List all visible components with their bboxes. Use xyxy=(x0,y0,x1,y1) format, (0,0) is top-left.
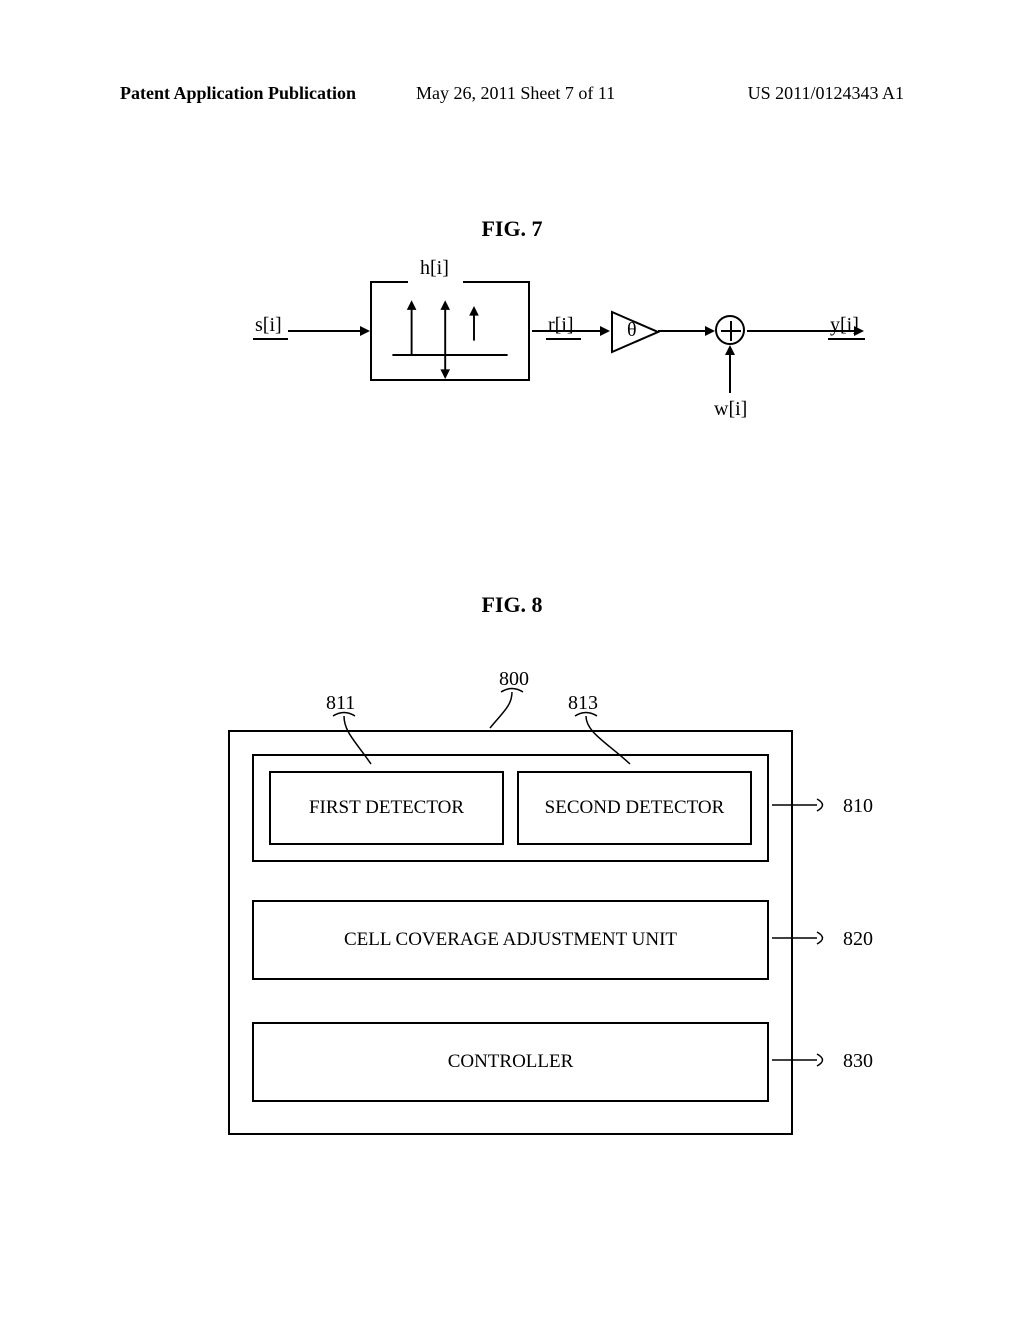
header-center: May 26, 2011 Sheet 7 of 11 xyxy=(416,83,615,104)
fig8-title: FIG. 8 xyxy=(0,592,1024,618)
label-r: r[i] xyxy=(548,314,574,337)
lead-830 xyxy=(772,1045,842,1080)
underline-r xyxy=(546,338,581,340)
channel-box-h xyxy=(370,281,530,381)
lead-820 xyxy=(772,923,842,958)
arrow-s-to-h xyxy=(288,330,368,332)
fig7-diagram: s[i] h[i] r[i] θ w[i] y[i] xyxy=(0,246,1024,496)
fig7-title: FIG. 7 xyxy=(0,216,1024,242)
block-830-controller: CONTROLLER xyxy=(252,1022,769,1102)
header-left: Patent Application Publication xyxy=(120,83,356,104)
amplifier-theta xyxy=(610,310,660,359)
block-811-first-detector: FIRST DETECTOR xyxy=(269,771,504,845)
block-820-cell-coverage-adjustment-unit: CELL COVERAGE ADJUSTMENT UNIT xyxy=(252,900,769,980)
hbox-top-gap xyxy=(408,279,463,283)
lead-810 xyxy=(772,790,842,825)
summation-node xyxy=(715,315,745,345)
header-right: US 2011/0124343 A1 xyxy=(748,83,904,104)
fig8-diagram: 800 811 813 FIRST DETECTOR SECOND DETECT… xyxy=(0,650,1024,1170)
arrow-amp-to-sum xyxy=(658,330,713,332)
block-800-outer: FIRST DETECTOR SECOND DETECTOR CELL COVE… xyxy=(228,730,793,1135)
ref-810: 810 xyxy=(843,795,873,818)
underline-y xyxy=(828,338,865,340)
underline-s xyxy=(253,338,288,340)
label-h: h[i] xyxy=(420,257,449,280)
block-813-second-detector: SECOND DETECTOR xyxy=(517,771,752,845)
block-810-detector-row: FIRST DETECTOR SECOND DETECTOR xyxy=(252,754,769,862)
ref-830: 830 xyxy=(843,1050,873,1073)
arrow-w-to-sum xyxy=(729,347,731,393)
page-header: Patent Application Publication May 26, 2… xyxy=(120,83,904,104)
label-s: s[i] xyxy=(255,314,282,337)
ref-820: 820 xyxy=(843,928,873,951)
arrow-sum-to-y xyxy=(747,330,862,332)
label-w: w[i] xyxy=(714,398,747,421)
arrow-h-to-amp xyxy=(532,330,608,332)
